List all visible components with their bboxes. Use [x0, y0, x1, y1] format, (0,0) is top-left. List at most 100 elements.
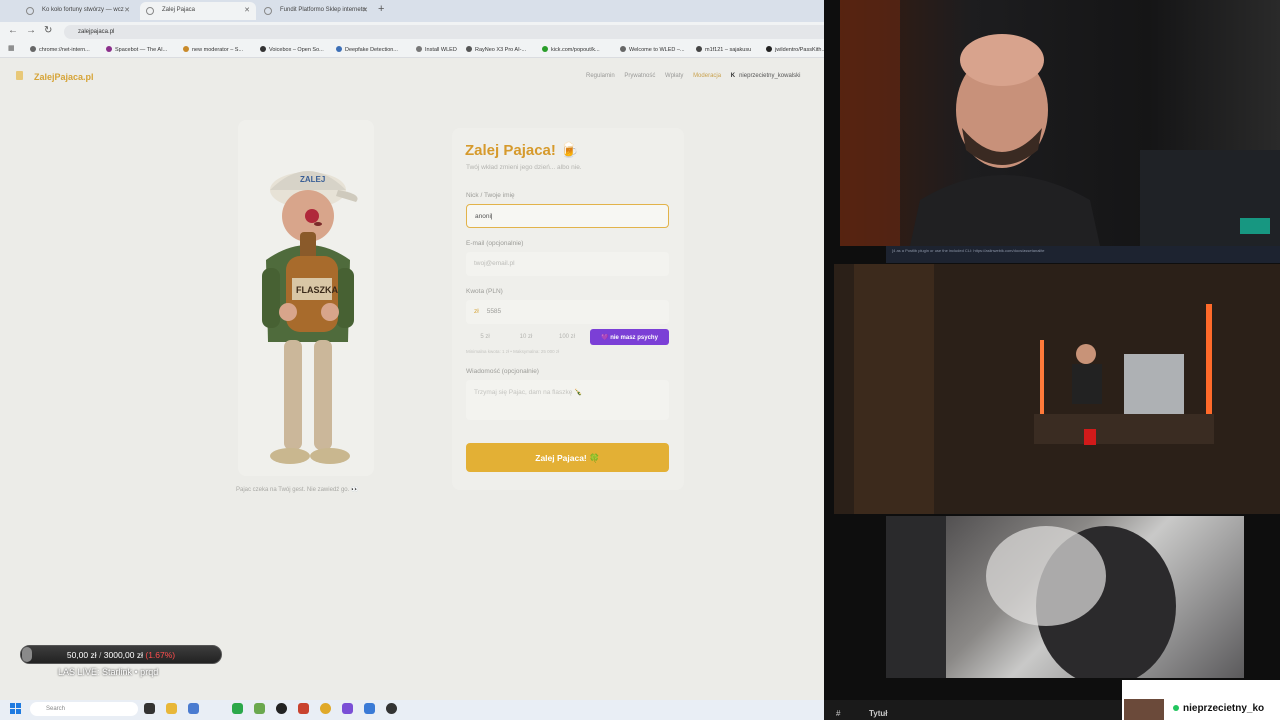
tab-3[interactable]: Fundit Platformo Sklep internetn ✕ — [258, 2, 374, 20]
amount-chip-5[interactable]: 5 zł — [466, 330, 504, 344]
email-input[interactable]: twoj@email.pl — [466, 252, 669, 276]
reload-icon[interactable]: ↻ — [44, 25, 52, 36]
tab-bar: Ko koło fortuny stwórzy — wcz ✕ Zalej Pa… — [0, 0, 840, 22]
bookmark-icon — [183, 46, 189, 52]
text-cursor: | — [490, 213, 493, 220]
bookmark-icon — [336, 46, 342, 52]
message-textarea[interactable]: Trzymaj się Pajac, dam na flaszkę 🍾 — [466, 380, 669, 420]
psycho-chip-button[interactable]: 💜 nie masz psychy — [590, 329, 669, 345]
goal-target: 3000,00 zł — [103, 650, 143, 660]
kick-icon: K — [730, 73, 736, 79]
taskbar-search-input[interactable]: Search — [30, 702, 138, 716]
nav-prywatnosc[interactable]: Prywatność — [624, 73, 655, 79]
tab-2[interactable]: Zalej Pajaca ✕ — [140, 2, 256, 20]
windows-start-icon[interactable] — [10, 703, 21, 714]
file-explorer-icon[interactable] — [166, 703, 177, 714]
bookmark-item[interactable]: kick.com/popout/k... — [542, 46, 600, 53]
clown-mascot-image: ZALEJ FLASZKA — [262, 171, 358, 464]
goal-current: 50,00 zł — [66, 650, 97, 660]
mascot-caption: Pajac czeka na Twój gest. Nie zawiedź go… — [236, 487, 359, 493]
mascot-card: ZALEJ FLASZKA — [238, 120, 374, 476]
tab-favicon-icon — [26, 7, 34, 15]
webcam-room-feed — [834, 264, 1280, 514]
email-label: E-mail (opcjonalnie) — [466, 240, 524, 247]
task-view-icon[interactable] — [144, 703, 155, 714]
submit-donation-button[interactable]: Zalej Pajaca! 🍀 — [466, 443, 669, 472]
browser-toolbar: ← → ↻ zalejpajaca.pl — [0, 22, 840, 42]
goal-progress-fill — [22, 647, 32, 662]
bookmark-item[interactable]: Spacebot — The AI... — [106, 46, 167, 53]
amount-label: Kwota (PLN) — [466, 288, 503, 295]
nav-regulamin[interactable]: Regulamin — [586, 73, 615, 79]
nick-input[interactable]: anoni| — [466, 204, 669, 228]
currency-prefix: zł — [474, 308, 479, 315]
media-player-icon[interactable] — [386, 703, 397, 714]
tab-favicon-icon — [146, 7, 154, 15]
nick-label: Nick / Twoje imię — [466, 192, 515, 199]
bookmark-item[interactable]: m1f121 – sajakusu — [696, 46, 751, 53]
svg-text:FLASZKA: FLASZKA — [296, 285, 338, 295]
apps-icon[interactable]: ▦ — [8, 44, 15, 52]
forward-icon[interactable]: → — [26, 25, 36, 36]
bookmark-icon — [416, 46, 422, 52]
online-status-icon — [1173, 705, 1179, 711]
close-tab-icon[interactable]: ✕ — [244, 6, 250, 14]
app-blue-icon[interactable] — [364, 703, 375, 714]
web-page: ZalejPajaca.pl Regulamin Prywatność Wpła… — [0, 58, 824, 700]
bookmark-icon — [260, 46, 266, 52]
amount-chip-100[interactable]: 100 zł — [548, 330, 586, 344]
webcam-face-feed — [840, 0, 1280, 246]
tab-1[interactable]: Ko koło fortuny stwórzy — wcz ✕ — [20, 2, 136, 20]
site-logo[interactable]: ZalejPajaca.pl — [34, 72, 94, 82]
bookmark-item[interactable]: Welcome to WLED –... — [620, 46, 685, 53]
goal-separator: / — [99, 650, 102, 660]
nav-username[interactable]: nieprzecietny_kowalski — [739, 73, 800, 79]
close-tab-icon[interactable]: ✕ — [124, 6, 130, 14]
nick-value: anoni — [475, 213, 491, 220]
chat-title: Tytuł — [869, 709, 888, 718]
amount-chip-10[interactable]: 10 zł — [507, 330, 545, 344]
bookmark-item[interactable]: RayNeo X3 Pro AI-... — [466, 46, 526, 53]
tab-favicon-icon — [264, 7, 272, 15]
app-green-icon[interactable] — [232, 703, 243, 714]
live-title: LAS LIVE: Starlink • prqd — [58, 667, 159, 677]
url-text: zalejpajaca.pl — [78, 29, 115, 35]
bookmark-icon — [542, 46, 548, 52]
app-purple-icon[interactable] — [342, 703, 353, 714]
amount-value: 5585 — [486, 308, 502, 315]
bookmark-item[interactable]: new moderator – S... — [183, 46, 243, 53]
bookmark-item[interactable]: Install WLED — [416, 46, 457, 53]
app-nvidia-icon[interactable] — [254, 703, 265, 714]
address-bar[interactable]: zalejpajaca.pl — [64, 25, 834, 39]
form-subtitle: Twój wkład zmieni jego dzień... albo nie… — [466, 164, 582, 171]
settings-icon[interactable] — [188, 703, 199, 714]
bookmarks-bar: ▦ chrome://net-intern... Spacebot — The … — [0, 42, 840, 58]
goal-text: 50,00 zł / 3000,00 zł (1.67%) — [67, 650, 175, 660]
message-label: Wiadomość (opcjonalnie) — [466, 368, 539, 375]
app-red-icon[interactable] — [298, 703, 309, 714]
goal-percent: (1.67%) — [145, 650, 176, 660]
browser-window: Ko koło fortuny stwórzy — wcz ✕ Zalej Pa… — [0, 0, 840, 700]
close-tab-icon[interactable]: ✕ — [362, 6, 368, 14]
bookmark-item[interactable]: Deepfake Detection... — [336, 46, 398, 53]
amount-input[interactable]: zł 5585 — [466, 300, 669, 324]
search-placeholder: Search — [46, 706, 66, 712]
form-title: Zalej Pajaca! 🍺 — [465, 142, 579, 159]
bookmark-icon — [30, 46, 36, 52]
nav-wplaty[interactable]: Wpłaty — [665, 73, 683, 79]
bookmark-item[interactable]: chrome://net-intern... — [30, 46, 90, 53]
video-clip-feed — [886, 516, 1244, 678]
tab-label: Zalej Pajaca — [162, 7, 196, 13]
terminal-log-strip: [4 as a Postlib plugin or use the includ… — [886, 246, 1280, 263]
bookmark-item[interactable]: Voicebox – Open So... — [260, 46, 324, 53]
room-camera-image — [834, 264, 1280, 514]
new-tab-icon[interactable]: + — [378, 3, 384, 15]
chrome-icon[interactable] — [320, 703, 331, 714]
site-nav: Regulamin Prywatność Wpłaty Moderacja Kn… — [586, 73, 808, 79]
bookmark-item[interactable]: jwildentro/PassKith... — [766, 46, 826, 53]
chat-channel-hash-icon: # — [836, 709, 841, 718]
nav-moderacja[interactable]: Moderacja — [693, 73, 721, 79]
app-dark-icon[interactable] — [276, 703, 287, 714]
back-icon[interactable]: ← — [8, 25, 18, 36]
screen: Ko koło fortuny stwórzy — wcz ✕ Zalej Pa… — [0, 0, 1280, 720]
